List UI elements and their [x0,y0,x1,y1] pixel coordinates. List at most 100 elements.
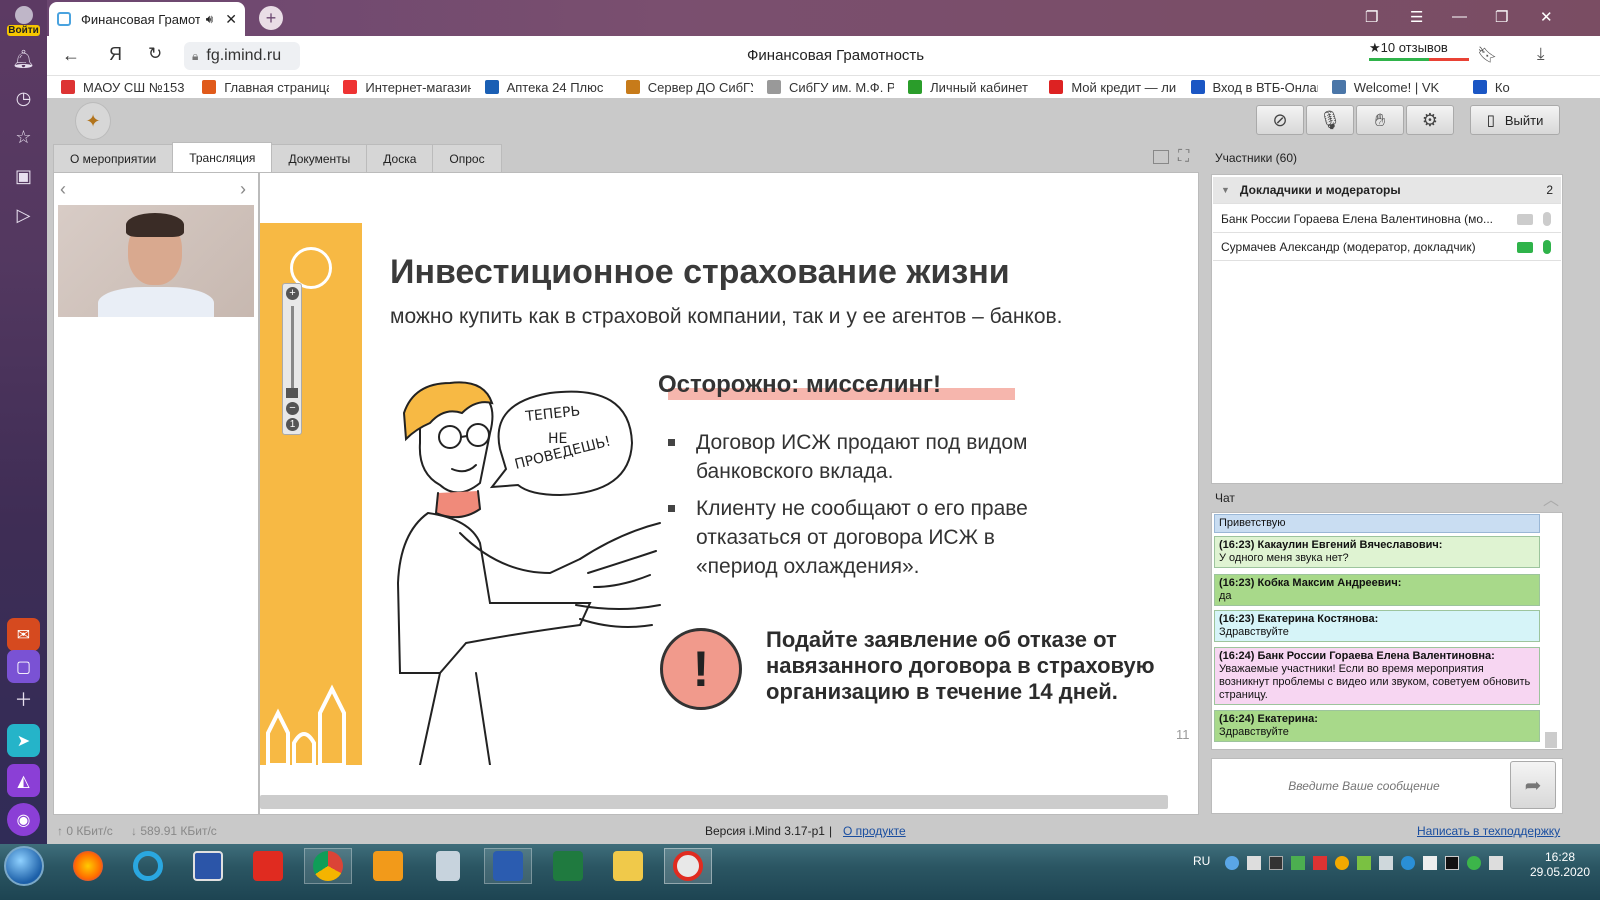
bookmark-item[interactable]: СибГУ им. М.Ф. Ре [766,80,894,95]
zoom-out-icon[interactable]: − [286,402,299,415]
user-icon [14,6,33,24]
taskbar-ie[interactable] [124,848,172,884]
participant-row[interactable]: Банк России Гораева Елена Валентиновна (… [1213,206,1561,233]
participant-row[interactable]: Сурмачев Александр (модератор, докладчик… [1213,234,1561,261]
yandex-mail-icon[interactable]: ✉ [7,618,40,651]
alice-assistant-icon[interactable]: ◉ [7,803,40,836]
tray-icon[interactable] [1401,856,1415,870]
chat-input[interactable] [1219,772,1509,800]
prev-video-icon[interactable]: ‹ [60,179,66,200]
security-icon[interactable] [1467,856,1481,870]
new-tab-button[interactable]: + [259,6,283,30]
tab-close-icon[interactable]: ✕ [225,11,237,28]
volume-icon[interactable] [1313,856,1327,870]
send-message-button[interactable]: ➦ [1510,761,1556,809]
send-app-icon[interactable]: ➤ [7,724,40,757]
bookmark-item[interactable]: Сервер ДО СибГУ [625,80,753,95]
zoom-handle[interactable] [286,388,298,398]
zoom-reset-icon[interactable]: 1 [286,418,299,431]
camera-toggle-button[interactable]: ⊘ [1256,105,1304,135]
chat-collapse-icon[interactable]: ︿ [1543,486,1559,510]
tray-icon[interactable] [1247,856,1261,870]
tray-icon[interactable] [1357,856,1371,870]
speaker-icon[interactable] [1379,856,1393,870]
taskbar-firefox[interactable] [64,848,112,884]
bookmark-item[interactable]: Личный кабинет [908,80,1035,95]
add-app-icon[interactable]: ＋ [9,684,38,713]
taskbar-word[interactable] [484,848,532,884]
bookmark-icon[interactable]: 🔖︎ [1477,45,1497,65]
tray-icon[interactable] [1291,856,1305,870]
back-icon[interactable]: ← [62,45,80,66]
audio-icon[interactable]: 🔊︎ [206,12,214,27]
chat-scrollbar[interactable] [1545,732,1557,748]
next-video-icon[interactable]: › [240,179,246,200]
bookmark-item[interactable]: Welcome! | VK [1331,80,1459,95]
star-icon[interactable]: ☆ [9,123,38,152]
download-icon[interactable]: ⤓ [1537,44,1545,64]
language-indicator[interactable]: RU [1193,854,1210,868]
network-icon[interactable] [1423,856,1437,870]
taskbar-media[interactable] [364,848,412,884]
taskbar-excel[interactable] [544,848,592,884]
close-window-icon[interactable]: ✕ [1540,8,1553,26]
alice-app-icon[interactable]: ◭ [7,764,40,797]
fullscreen-icon[interactable]: ⛶ [1178,148,1189,166]
taskbar-yandex-red[interactable] [244,848,292,884]
url-field[interactable]: 🔒︎ fg.imind.ru [184,42,300,70]
monitor-icon[interactable] [1445,856,1459,870]
settings-button[interactable]: ⚙ [1406,105,1454,135]
tray-icon[interactable] [1225,856,1239,870]
login-avatar[interactable]: Войти [7,4,40,38]
bookmark-item[interactable]: Вход в ВТБ-Онлай [1190,80,1318,95]
history-icon[interactable]: ◷ [9,84,38,113]
reviews-badge[interactable]: ★10 отзывов [1369,40,1469,64]
bookmark-item[interactable]: Мой кредит — ли [1049,80,1176,95]
bullet-2-line-1: Клиенту не сообщают о его праве [696,497,1028,520]
taskbar-explorer[interactable] [604,848,652,884]
participants-group[interactable]: ▼ Докладчики и модераторы 2 [1213,177,1561,204]
reload-icon[interactable]: ↻ [148,44,162,64]
taskbar-chrome[interactable] [304,848,352,884]
bell-icon[interactable]: 🔔︎ [9,45,38,74]
video-icon[interactable]: ▷ [9,201,38,230]
minimize-icon[interactable]: — [1452,8,1467,25]
raise-hand-button[interactable]: ✋︎ [1356,105,1404,135]
tab-poll[interactable]: Опрос [432,144,502,172]
browser-tab[interactable]: Финансовая Грамот 🔊︎ ✕ [49,2,245,36]
tray-icon[interactable] [1335,856,1349,870]
yandex-home-icon[interactable]: Я [109,44,122,65]
about-product-link[interactable]: О продукте [843,824,906,838]
zoom-in-icon[interactable]: + [286,287,299,300]
bookmark-item[interactable]: МАОУ СШ №153 [61,80,188,95]
exit-button[interactable]: ▯ Выйти [1470,105,1560,135]
clock[interactable]: 16:28 29.05.2020 [1525,850,1595,880]
tab-board[interactable]: Доска [366,144,434,172]
bookmark-item[interactable]: Главная страница [202,80,329,95]
support-link[interactable]: Написать в техподдержку [1417,824,1560,838]
zoom-slider[interactable] [291,306,294,392]
mic-toggle-button[interactable]: 🎙︎ [1306,105,1354,135]
tab-documents[interactable]: Документы [271,144,368,172]
tabs-menu-icon[interactable]: ❐ [1365,8,1378,26]
taskbar-save[interactable] [184,848,232,884]
stage-horizontal-scrollbar[interactable] [260,795,1168,809]
taskbar-calculator[interactable] [424,848,472,884]
collections-icon[interactable]: ▣ [9,162,38,191]
bookmark-item[interactable]: Ко [1472,80,1600,95]
start-button[interactable] [4,846,44,886]
tray-icon[interactable] [1269,856,1283,870]
bookmark-item[interactable]: Аптека 24 Плюс [484,80,612,95]
collapse-stage-icon[interactable] [1153,150,1169,164]
restore-icon[interactable]: ❐ [1495,8,1508,26]
menu-icon[interactable]: ☰ [1410,8,1423,26]
tab-about[interactable]: О мероприятии [53,144,174,172]
tab-broadcast[interactable]: Трансляция [172,142,273,172]
flag-icon[interactable] [1489,856,1503,870]
speaker-video[interactable] [58,205,254,317]
bookmark-item[interactable]: Интернет-магазин [343,80,471,95]
folder-icon [613,851,643,881]
taskbar-yandex-browser[interactable] [664,848,712,884]
participant-name: Банк России Гораева Елена Валентиновна (… [1221,212,1494,226]
messenger-icon[interactable]: ▢ [7,650,40,683]
